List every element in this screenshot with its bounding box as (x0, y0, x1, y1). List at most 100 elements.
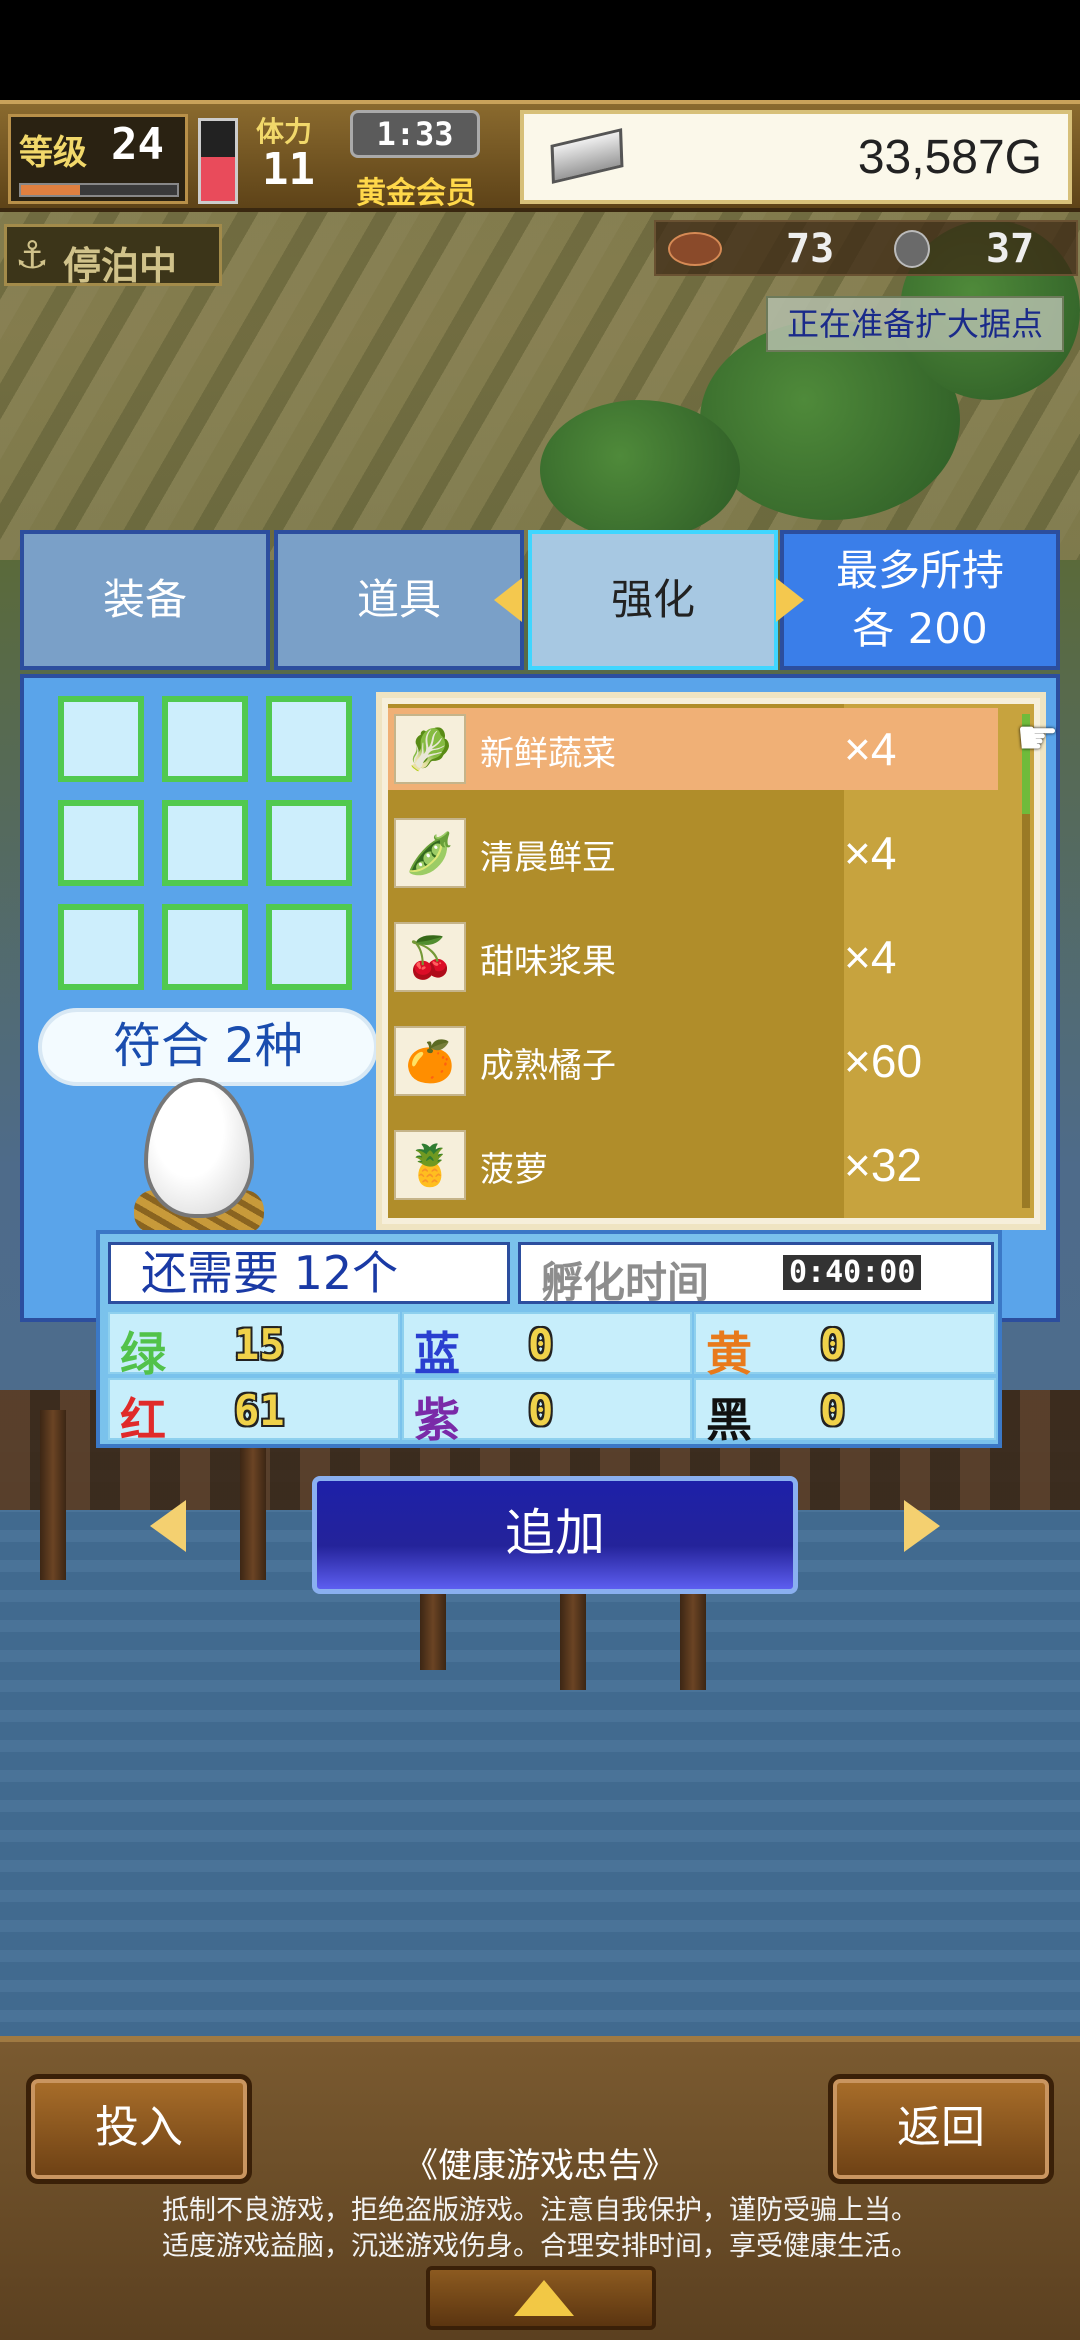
hatch-time-box: 孵化时间 0:40:00 (518, 1242, 994, 1307)
exp-bar (19, 183, 179, 197)
tree-cluster (540, 400, 740, 540)
hatch-time-value: 0:40:00 (783, 1255, 922, 1290)
color-value: 0 (528, 1386, 554, 1435)
health-advisory-line1: 抵制不良游戏，拒绝盗版游戏。注意自我保护，谨防受骗上当。 (162, 2195, 918, 2226)
color-count-red: 红 61 (108, 1378, 400, 1447)
list-scrollbar[interactable] (1022, 714, 1030, 1208)
tab-next-arrow-icon[interactable] (776, 578, 804, 622)
silver-bar-icon (550, 128, 624, 184)
max-hold-info: 最多所持 各 200 (780, 530, 1060, 670)
remaining-count: 还需要 12个 (108, 1242, 510, 1304)
pineapple-icon: 🍍 (394, 1130, 466, 1200)
top-hud: 等级 24 体力 11 1:33 黄金会员 33,587G (0, 100, 1080, 212)
meat-icon (668, 232, 722, 266)
ingredient-slot[interactable] (266, 696, 352, 782)
hatch-requirements-box: 还需要 12个 孵化时间 0:40:00 绿 15 蓝 0 黄 0 红 61 紫… (96, 1230, 1002, 1448)
item-qty: ×4 (844, 931, 897, 983)
money-value: 33,587G (857, 131, 1042, 184)
color-count-green: 绿 15 (108, 1312, 400, 1381)
ingredient-slot[interactable] (162, 904, 248, 990)
stamina-gauge (198, 118, 238, 204)
berry-icon: 🍒 (394, 922, 466, 992)
item-qty: ×32 (844, 1139, 923, 1191)
color-label: 黑 (706, 1393, 752, 1447)
list-item[interactable]: 🫛 清晨鲜豆 ×4 (388, 812, 998, 894)
ingredient-slot[interactable] (58, 696, 144, 782)
color-value: 15 (234, 1320, 285, 1369)
orange-icon: 🍊 (394, 1026, 466, 1096)
exp-bar-fill (21, 185, 81, 195)
color-value: 0 (820, 1386, 846, 1435)
hatch-time-label: 孵化时间 (541, 1258, 710, 1307)
expand-menu-button[interactable] (426, 2266, 656, 2330)
item-name: 新鲜蔬菜 (480, 734, 616, 774)
color-value: 0 (528, 1320, 554, 1369)
status-notice[interactable]: 正在准备扩大据点 (766, 296, 1064, 352)
ingredient-slot[interactable] (58, 904, 144, 990)
item-name: 甜味浆果 (480, 942, 616, 982)
color-label: 红 (120, 1393, 166, 1447)
item-name: 成熟橘子 (480, 1046, 616, 1086)
color-count-purple: 紫 0 (402, 1378, 692, 1447)
membership-label: 黄金会员 (356, 176, 476, 211)
pointing-hand-icon: ☛ (1016, 710, 1060, 766)
health-advisory-line2: 适度游戏益脑，沉迷游戏伤身。合理安排时间，享受健康生活。 (162, 2231, 918, 2262)
ingredient-slot[interactable] (162, 696, 248, 782)
color-count-blue: 蓝 0 (402, 1312, 692, 1381)
max-hold-line2: 各 200 (852, 604, 988, 653)
ingredient-list: 🥬 新鲜蔬菜 ×4 🫛 清晨鲜豆 ×4 🍒 甜味浆果 ×4 🍊 成熟橘子 ×60… (376, 692, 1046, 1230)
tab-enhance[interactable]: 强化 (528, 530, 778, 670)
resource-bar: 73 37 (654, 220, 1078, 276)
color-count-yellow: 黄 0 (694, 1312, 996, 1381)
item-name: 菠萝 (480, 1150, 548, 1190)
color-count-black: 黑 0 (694, 1378, 996, 1447)
list-item[interactable]: 🥬 新鲜蔬菜 ×4 (388, 708, 998, 790)
money-display: 33,587G (520, 110, 1072, 204)
list-item[interactable]: 🍒 甜味浆果 ×4 (388, 916, 998, 998)
stamina-gauge-fill (201, 157, 235, 201)
color-label: 绿 (120, 1327, 166, 1381)
tab-equipment[interactable]: 装备 (20, 530, 270, 670)
color-value: 61 (234, 1386, 285, 1435)
match-count-tag: 符合 2种 (38, 1008, 378, 1086)
list-item[interactable]: 🍍 菠萝 ×32 (388, 1124, 998, 1206)
resource-food-value: 73 (786, 226, 835, 272)
item-qty: ×4 (844, 827, 897, 879)
pier-pile (40, 1410, 66, 1580)
bean-icon: 🫛 (394, 818, 466, 888)
level-label: 等级 (19, 133, 87, 173)
up-arrow-icon (514, 2280, 574, 2316)
ingredient-slot[interactable] (58, 800, 144, 886)
vegetable-icon: 🥬 (394, 714, 466, 784)
egg-hatch-panel: 装备 道具 强化 最多所持 各 200 符合 2种 🥬 新鲜蔬菜 ×4 🫛 清晨… (20, 530, 1060, 1448)
ingredient-list-inner: 🥬 新鲜蔬菜 ×4 🫛 清晨鲜豆 ×4 🍒 甜味浆果 ×4 🍊 成熟橘子 ×60… (388, 704, 1034, 1218)
tab-prev-arrow-icon[interactable] (494, 578, 522, 622)
bottom-bar: 投入 返回 《健康游戏忠告》 抵制不良游戏，拒绝盗版游戏。注意自我保护，谨防受骗… (0, 2036, 1080, 2340)
resource-medal-value: 37 (986, 226, 1035, 272)
color-value: 0 (820, 1320, 846, 1369)
game-clock: 1:33 (350, 110, 480, 158)
ingredient-slot[interactable] (266, 800, 352, 886)
list-item[interactable]: 🍊 成熟橘子 ×60 (388, 1020, 998, 1102)
max-hold-line1: 最多所持 (835, 546, 1004, 595)
color-label: 紫 (414, 1393, 460, 1447)
ingredient-slot[interactable] (266, 904, 352, 990)
page-prev-arrow-icon[interactable] (150, 1500, 186, 1552)
page-next-arrow-icon[interactable] (904, 1500, 940, 1552)
color-label: 蓝 (414, 1327, 460, 1381)
dock-status-label: 停泊中 (63, 244, 178, 288)
color-label: 黄 (706, 1327, 752, 1381)
ingredient-slot[interactable] (162, 800, 248, 886)
anchor-icon: ⚓ (15, 233, 50, 277)
tab-items[interactable]: 道具 (274, 530, 524, 670)
ingredient-slot-grid (58, 696, 368, 1006)
level-box: 等级 24 (8, 114, 188, 204)
item-name: 清晨鲜豆 (480, 838, 616, 878)
item-qty: ×4 (844, 723, 897, 775)
item-qty: ×60 (844, 1035, 923, 1087)
medal-icon (894, 230, 930, 268)
level-value: 24 (111, 119, 164, 170)
health-advisory-title: 《健康游戏忠告》 (404, 2146, 676, 2186)
stamina-value: 11 (262, 144, 315, 195)
add-button[interactable]: 追加 (312, 1476, 798, 1594)
